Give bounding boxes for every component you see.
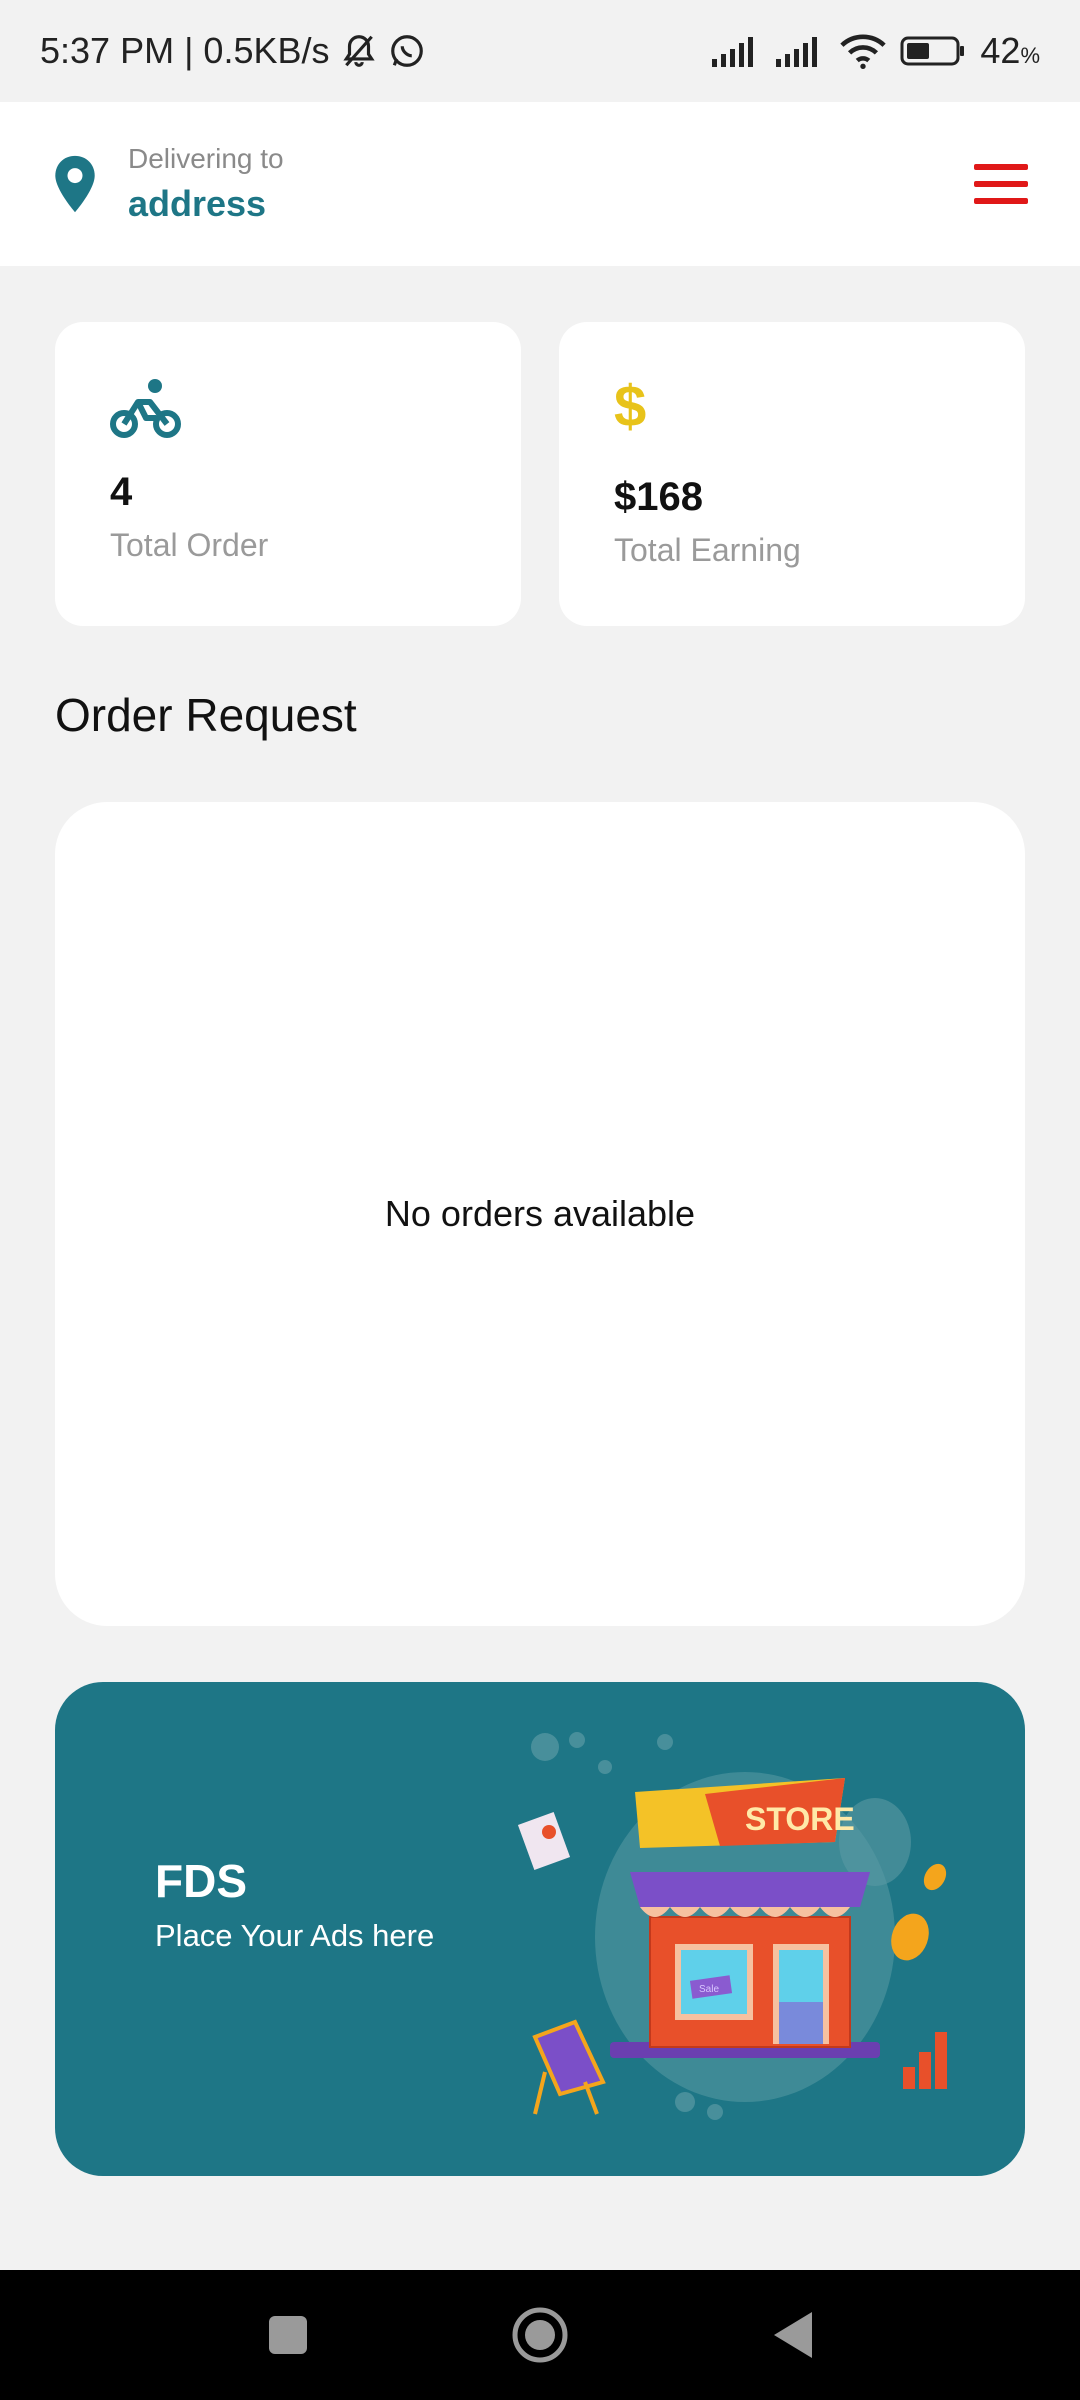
ad-subtitle: Place Your Ads here <box>155 1918 435 1953</box>
total-order-card: 4 Total Order <box>55 322 521 626</box>
delivering-to-label: Delivering to <box>128 143 284 174</box>
battery-icon <box>900 35 966 67</box>
app-header: Delivering to address <box>0 102 1080 266</box>
total-earning-label: Total Earning <box>614 532 801 568</box>
wifi-icon <box>840 33 887 69</box>
total-earning-value: $168 <box>614 475 703 519</box>
total-order-value: 4 <box>110 470 133 514</box>
bicycle-icon <box>110 378 182 445</box>
menu-line <box>974 198 1028 204</box>
hamburger-menu-icon[interactable] <box>974 164 1028 204</box>
order-request-title: Order Request <box>55 689 357 741</box>
delivery-address[interactable]: address <box>128 181 284 227</box>
back-icon[interactable] <box>755 2298 829 2372</box>
system-nav-bar <box>0 2270 1080 2400</box>
home-icon[interactable] <box>503 2298 577 2372</box>
total-order-label: Total Order <box>110 527 269 563</box>
orders-panel: No orders available <box>55 802 1025 1626</box>
battery-unit: % <box>1020 43 1040 68</box>
location-pin-icon <box>52 154 98 214</box>
menu-line <box>974 164 1028 170</box>
signal-icon <box>776 35 826 67</box>
store-sign-text: STORE <box>745 1801 855 1837</box>
recent-apps-icon[interactable] <box>251 2298 325 2372</box>
whatsapp-icon <box>388 32 426 70</box>
total-earning-card: $ $168 Total Earning <box>559 322 1025 626</box>
mute-bell-icon <box>340 32 378 70</box>
status-bar: 5:37 PM | 0.5KB/s 42% <box>0 0 1080 102</box>
menu-line <box>974 181 1028 187</box>
signal-icon <box>712 35 762 67</box>
ad-banner[interactable]: FDS Place Your Ads here Sale STORE <box>55 1682 1025 2176</box>
battery-level: 42 <box>980 30 1021 71</box>
window-sale-sign: Sale <box>699 1984 719 1995</box>
dollar-icon: $ <box>614 374 647 439</box>
ad-title: FDS <box>155 1855 247 1907</box>
store-illustration-icon: Sale STORE <box>517 1732 947 2120</box>
status-time: 5:37 PM | 0.5KB/s <box>40 30 330 71</box>
empty-orders-message: No orders available <box>384 1193 696 1234</box>
delivery-location[interactable]: Delivering to address <box>128 141 284 227</box>
